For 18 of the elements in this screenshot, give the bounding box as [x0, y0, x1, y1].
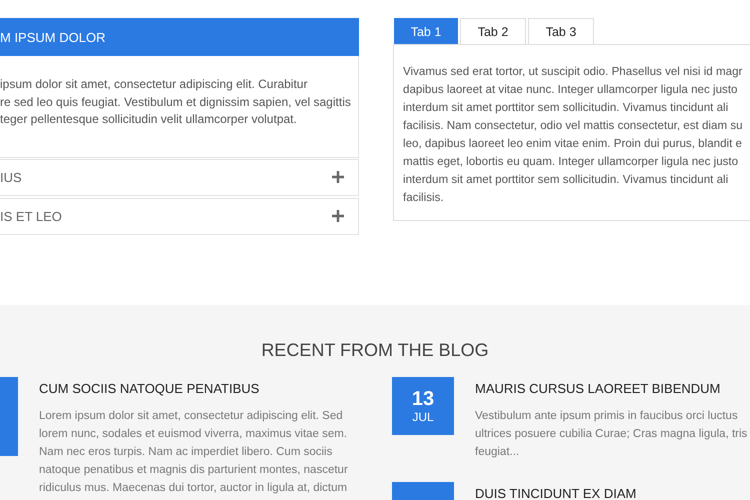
- accordion-text: ipsum dolor sit amet, consectetur adipiscing elit. Curabitur re sed leo quis feugiat. Vestibulum et dignissim sapien, vel sagittis teger pellentesque sollicitudin velit ullamcorper volutpat.: [0, 76, 351, 128]
- tab[interactable]: Tab 2: [460, 18, 526, 44]
- tab[interactable]: Tab 3: [528, 18, 594, 44]
- plus-icon[interactable]: [332, 210, 344, 222]
- post-excerpt: Lorem ipsum dolor sit amet, consectetur adipiscing elit. Sed lorem nunc, sodales et euismod viverra, maximus vitae sem. Nam nec eros turpis. Nam ac imperdiet libero. Cum sociis natoque penatibus et magnis dis parturient montes, nascetur ridiculus mus. Maecenas dui tortor, auctor in ligula at, dictum: [39, 409, 348, 496]
- accordion-header[interactable]: IUS: [0, 158, 359, 196]
- section-heading: RECENT FROM THE BLOG: [260, 339, 490, 362]
- accordion-header[interactable]: IS ET LEO: [0, 198, 359, 234]
- tab[interactable]: Tab 1: [394, 18, 458, 44]
- accordion-header[interactable]: M IPSUM DOLOR: [0, 18, 359, 56]
- post-title[interactable]: DUIS TINCIDUNT EX DIAM: [475, 486, 636, 500]
- date-month: JUL: [412, 410, 434, 424]
- plus-icon[interactable]: [332, 171, 344, 183]
- date-day: 13: [412, 388, 434, 410]
- post-title[interactable]: MAURIS CURSUS LAOREET BIBENDUM: [475, 381, 748, 396]
- tab-text: Vivamus sed erat tortor, ut suscipit odio. Phasellus vel nisi id magr dapibus laoreet at vitae nunc. Integer ullamcorper ligula nec justo interdum sit amet porttitor sem sollicitudin. Vivamus tincidunt ali facilisis. Nam consectetur, odio vel mattis consectetur, est diam su leo, dapibus laoreet leo enim vitae enim. Proin dui purus, blandit e mattis eget, lobortis eu quam. Integer ullamcorper ligula nec justo interdum sit amet porttitor sem sollicitudin. Vivamus tincidunt ali facilisis.: [403, 64, 743, 206]
- post-excerpt: Vestibulum ante ipsum primis in faucibus orci luctus ultrices posuere cubilia Curae; Cras magna ligula, tris feugiat...: [475, 409, 748, 460]
- post-title[interactable]: CUM SOCIIS NATOQUE PENATIBUS: [39, 381, 348, 396]
